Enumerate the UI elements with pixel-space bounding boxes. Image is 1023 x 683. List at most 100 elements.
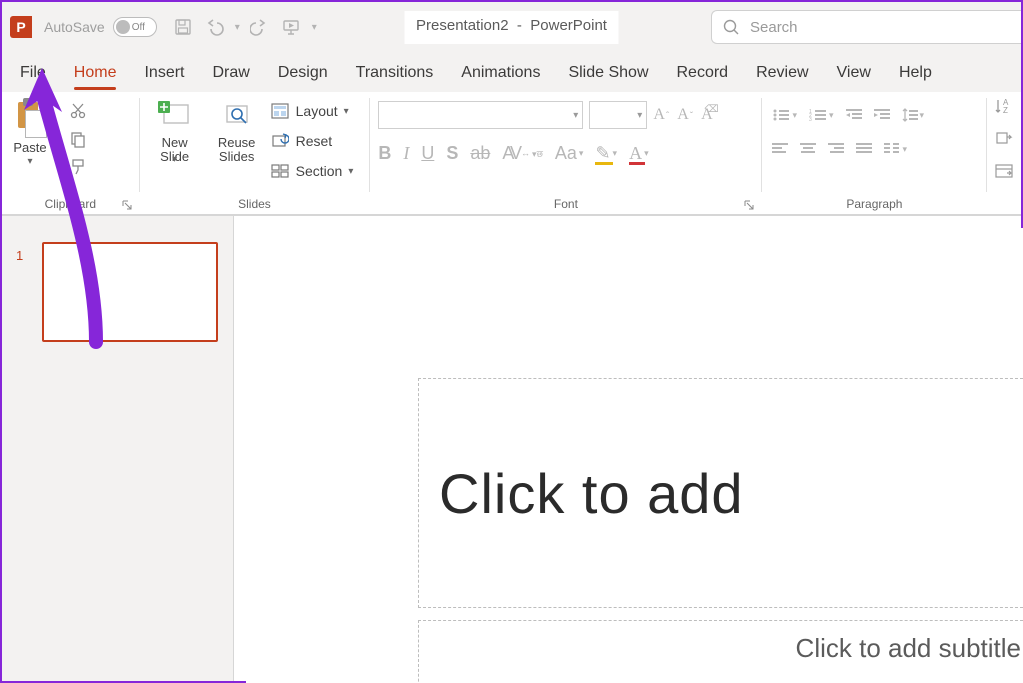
tab-help[interactable]: Help — [885, 58, 946, 92]
font-family-combo[interactable]: ▾ — [378, 101, 583, 129]
slide-canvas[interactable]: Click to add Click to add subtitle — [234, 216, 1021, 681]
chevron-down-icon[interactable]: ▾ — [348, 166, 353, 177]
document-title[interactable]: Presentation2 - PowerPoint — [404, 11, 619, 44]
title-placeholder[interactable]: Click to add — [418, 378, 1023, 608]
format-painter-icon[interactable] — [64, 156, 92, 178]
autosave-state: Off — [132, 22, 145, 33]
font-color-button[interactable]: A▾ — [629, 143, 649, 164]
slide-thumbnail-1[interactable] — [42, 242, 218, 342]
chevron-down-icon[interactable]: ▾ — [312, 22, 317, 33]
new-slide-icon — [156, 98, 194, 134]
tab-view[interactable]: View — [823, 58, 885, 92]
group-font: ▾ ▾ Aˆ Aˇ A⌫ B I U S ab AV↔▾छ Aa▾ ✎▾ A▾ … — [370, 92, 761, 215]
clear-formatting-icon[interactable]: A⌫ — [701, 106, 713, 124]
doc-name: Presentation2 — [416, 17, 509, 34]
sort-icon[interactable]: AZ — [995, 98, 1013, 119]
reuse-slides-button[interactable]: Reuse Slides — [210, 98, 264, 164]
strike-shadow-button[interactable]: S — [446, 143, 458, 164]
increase-indent-button[interactable] — [874, 108, 890, 122]
tab-file[interactable]: File — [6, 58, 60, 92]
subtitle-placeholder[interactable]: Click to add subtitle — [418, 620, 1023, 683]
text-direction-icon[interactable] — [995, 131, 1013, 152]
tab-draw[interactable]: Draw — [198, 58, 263, 92]
thumbnail-pane[interactable]: 1 — [2, 216, 234, 681]
svg-text:3: 3 — [809, 117, 812, 122]
section-button[interactable]: Section ▾ — [270, 158, 354, 184]
increase-font-icon[interactable]: Aˆ — [653, 106, 669, 124]
align-left-button[interactable] — [772, 143, 788, 155]
layout-button[interactable]: Layout ▾ — [270, 98, 354, 124]
chevron-down-icon[interactable]: ▾ — [172, 154, 177, 165]
reuse-slides-label: Reuse Slides — [218, 136, 256, 164]
decrease-font-icon[interactable]: Aˇ — [677, 106, 693, 124]
justify-button[interactable] — [856, 143, 872, 155]
layout-label: Layout — [296, 103, 338, 119]
app-name: PowerPoint — [530, 17, 607, 34]
layout-icon — [270, 101, 290, 121]
search-box[interactable]: Search — [711, 10, 1021, 44]
tab-transitions[interactable]: Transitions — [342, 58, 448, 92]
redo-icon[interactable] — [250, 17, 270, 37]
autosave-label: AutoSave — [44, 19, 105, 35]
group-label: Paragraph — [762, 197, 986, 211]
paste-button[interactable]: Paste ▾ — [2, 98, 58, 182]
subtitle-placeholder-text: Click to add subtitle — [796, 633, 1021, 664]
app-frame: P AutoSave Off ▾ ▾ Presentation2 - — [0, 0, 1023, 683]
tab-home[interactable]: Home — [60, 58, 131, 92]
tab-record[interactable]: Record — [663, 58, 743, 92]
search-icon — [722, 18, 740, 36]
font-size-combo[interactable]: ▾ — [589, 101, 647, 129]
title-placeholder-text: Click to add — [439, 461, 744, 526]
search-placeholder: Search — [750, 19, 798, 36]
tab-animations[interactable]: Animations — [447, 58, 554, 92]
copy-icon[interactable] — [64, 128, 92, 150]
group-label: Font — [370, 197, 761, 211]
tab-design[interactable]: Design — [264, 58, 342, 92]
tab-slideshow[interactable]: Slide Show — [554, 58, 662, 92]
group-label: Slides — [140, 197, 370, 211]
columns-button[interactable]: ▾ — [884, 142, 907, 156]
section-label: Section — [296, 163, 343, 179]
numbering-button[interactable]: 123▾ — [809, 108, 834, 122]
tab-review[interactable]: Review — [742, 58, 822, 92]
save-icon[interactable] — [173, 17, 193, 37]
bold-button[interactable]: B — [378, 143, 391, 164]
align-center-button[interactable] — [800, 143, 816, 155]
reset-button[interactable]: Reset — [270, 128, 354, 154]
tab-insert[interactable]: Insert — [130, 58, 198, 92]
group-slides: New Slide ▾ Reuse Slides Layout ▾ — [140, 92, 370, 215]
smartart-icon[interactable] — [995, 164, 1013, 183]
strikethrough-button[interactable]: ab — [470, 143, 490, 164]
app-icon: P — [10, 16, 32, 38]
chevron-down-icon[interactable]: ▾ — [235, 22, 240, 33]
character-spacing-button[interactable]: AV↔▾छ — [502, 143, 543, 164]
decrease-indent-button[interactable] — [846, 108, 862, 122]
dialog-launcher-icon[interactable] — [121, 199, 133, 211]
italic-button[interactable]: I — [403, 143, 409, 164]
line-spacing-button[interactable]: ▾ — [902, 108, 925, 122]
canvas-pane: Click to add Click to add subtitle — [234, 216, 1021, 681]
chevron-down-icon: ▾ — [573, 110, 578, 121]
align-right-button[interactable] — [828, 143, 844, 155]
reuse-slides-icon — [218, 98, 256, 134]
group-overflow: AZ — [987, 92, 1021, 214]
new-slide-button[interactable]: New Slide ▾ — [146, 98, 204, 165]
chevron-down-icon[interactable]: ▾ — [27, 159, 32, 165]
bullets-button[interactable]: ▾ — [772, 108, 797, 122]
ribbon-tabs: File Home Insert Draw Design Transitions… — [2, 52, 1021, 92]
paste-icon — [15, 98, 45, 136]
highlight-color-button[interactable]: ✎▾ — [595, 143, 617, 164]
dialog-launcher-icon[interactable] — [743, 199, 755, 211]
group-paragraph: ▾ 123▾ ▾ ▾ Paragraph — [762, 92, 986, 215]
underline-button[interactable]: U — [421, 143, 434, 164]
ribbon: Paste ▾ Clipboard New Slide — [2, 92, 1021, 215]
change-case-button[interactable]: Aa▾ — [555, 143, 584, 164]
chevron-down-icon[interactable]: ▾ — [344, 106, 349, 117]
section-icon — [270, 161, 290, 181]
start-from-beginning-icon[interactable] — [280, 17, 302, 37]
group-clipboard: Paste ▾ Clipboard — [2, 92, 139, 215]
paste-label: Paste — [13, 140, 46, 155]
autosave-toggle[interactable]: Off — [113, 17, 157, 37]
cut-icon[interactable] — [64, 100, 92, 122]
undo-icon[interactable] — [203, 17, 225, 37]
